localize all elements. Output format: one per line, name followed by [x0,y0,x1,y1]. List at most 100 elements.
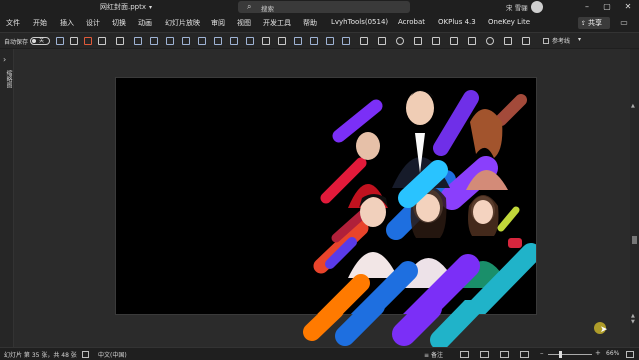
send-backward-icon[interactable] [310,37,318,45]
tab-insert[interactable]: 插入 [60,18,74,28]
zoom-in-icon[interactable]: + [595,349,601,357]
tab-okplus[interactable]: OKPlus 4.3 [438,18,476,26]
status-bar: 幻灯片 第 35 张，共 48 张 中文(中国) ≡ 备注 – + 66% [0,347,639,360]
avatar[interactable] [531,1,543,13]
reading-view-icon[interactable] [500,351,509,358]
tab-acrobat[interactable]: Acrobat [398,18,425,26]
bring-forward-icon[interactable] [294,37,302,45]
tab-review[interactable]: 审阅 [211,18,225,28]
minimize-icon[interactable]: – [576,0,598,14]
rotate-icon[interactable] [326,37,334,45]
zoom-level[interactable]: 66% [606,350,619,357]
redo-icon[interactable] [116,37,124,45]
quick-access-toolbar: 自动保存 关 参考线 ▾ [0,32,639,48]
checkbox-icon [543,38,549,44]
save-icon[interactable] [56,37,64,45]
thumbnail-rail[interactable]: › 缩略图 [0,49,14,347]
slide-canvas[interactable] [115,77,537,315]
align-left-icon[interactable] [134,37,142,45]
tab-home[interactable]: 开始 [33,18,47,28]
zoom-out-icon[interactable]: – [540,349,544,357]
format-painter-icon[interactable] [450,37,458,45]
share-icon: ⇪ [581,20,587,27]
close-icon[interactable]: ✕ [617,0,639,14]
toolbar-more-icon[interactable]: ▾ [578,36,581,43]
shape-effects-icon[interactable] [486,37,494,45]
group-icon[interactable] [262,37,270,45]
document-title[interactable]: 网红封面.pptx ▾ [100,2,152,12]
tab-animations[interactable]: 动画 [138,18,152,28]
share-label: 共享 [588,19,603,27]
tab-transitions[interactable]: 切换 [112,18,126,28]
stripe-purple-top [332,99,383,143]
font-icon[interactable] [432,37,440,45]
crop-icon[interactable] [468,37,476,45]
next-slide-icon[interactable]: ▼ [631,319,635,325]
text-color-icon[interactable] [396,37,404,45]
align-center-icon[interactable] [150,37,158,45]
tab-onekey-lite[interactable]: OneKey Lite [488,18,530,26]
reference-line-checkbox[interactable]: 参考线 [543,36,570,45]
tab-slideshow[interactable]: 幻灯片放映 [165,18,200,28]
search-box[interactable]: ⌕ 搜索 [238,1,410,13]
align-bottom-icon[interactable] [214,37,222,45]
new-slide-icon[interactable] [70,37,78,45]
toggle-state: 关 [39,38,45,44]
ungroup-icon[interactable] [278,37,286,45]
notes-icon: ≡ [424,352,431,359]
undo-icon[interactable] [98,37,106,45]
shape-outline-icon[interactable] [378,37,386,45]
search-placeholder: 搜索 [261,5,274,13]
stripe-purple-top-right [433,90,479,156]
autosave-toggle[interactable]: 关 [30,37,50,45]
slide-counter: 幻灯片 第 35 张，共 48 张 [4,352,77,359]
language-indicator[interactable]: 中文(中国) [98,350,127,359]
shape-fill-icon[interactable] [360,37,368,45]
comment-icon[interactable]: ▭ [614,17,634,29]
zoom-slider-thumb[interactable] [559,351,562,358]
tab-lvyhtools[interactable]: LvyhTools(0514) [331,18,388,26]
fit-to-window-icon[interactable] [626,351,634,358]
title-bar: 网红封面.pptx ▾ ⌕ 搜索 宋 雪骊 – ▢ ✕ [0,0,639,14]
zoom-slider[interactable] [548,354,592,355]
highlight-icon[interactable] [414,37,422,45]
tab-developer[interactable]: 开发工具 [263,18,291,28]
portrait-group [348,90,522,288]
document-title-text: 网红封面.pptx [100,3,146,11]
vertical-scrollbar[interactable]: ▲ ▲ ▼ [630,49,639,347]
chevron-right-icon[interactable]: › [3,55,6,64]
tab-design[interactable]: 设计 [86,18,100,28]
distribute-v-icon[interactable] [246,37,254,45]
tab-view[interactable]: 视图 [237,18,251,28]
selection-pane-icon[interactable] [504,37,512,45]
tab-help[interactable]: 帮助 [303,18,317,28]
thumbnail-rail-label: 缩略图 [5,70,12,88]
stripe-brown-top-right [495,94,527,126]
maximize-icon[interactable]: ▢ [596,0,618,14]
chevron-down-icon: ▾ [149,4,153,11]
normal-view-icon[interactable] [460,351,469,358]
align-top-icon[interactable] [182,37,190,45]
crop-image-icon[interactable] [522,37,530,45]
autosave-label: 自动保存 [4,39,29,46]
align-middle-icon[interactable] [198,37,206,45]
scroll-thumb[interactable] [632,236,637,244]
slideshow-icon[interactable] [520,351,529,358]
tab-file[interactable]: 文件 [6,18,20,28]
stripe-red-mid [320,157,367,204]
slide-sorter-icon[interactable] [480,351,489,358]
share-button[interactable]: ⇪ 共享 [578,17,610,29]
accessibility-icon[interactable] [82,351,89,358]
notes-label: 备注 [430,352,443,359]
scroll-up-icon[interactable]: ▲ [631,103,635,109]
distribute-h-icon[interactable] [230,37,238,45]
align-right-icon[interactable] [166,37,174,45]
color-picker-icon[interactable] [84,37,92,45]
ribbon-tabs: 文件 开始 插入 设计 切换 动画 幻灯片放映 审阅 视图 开发工具 帮助 Lv… [0,15,639,31]
arrange-icon[interactable] [342,37,350,45]
slide-artwork [313,90,536,314]
user-name[interactable]: 宋 雪骊 [506,2,528,12]
toggle-knob [32,39,36,43]
notes-button[interactable]: ≡ 备注 [424,350,443,359]
slide-overflow-artwork [300,300,500,347]
